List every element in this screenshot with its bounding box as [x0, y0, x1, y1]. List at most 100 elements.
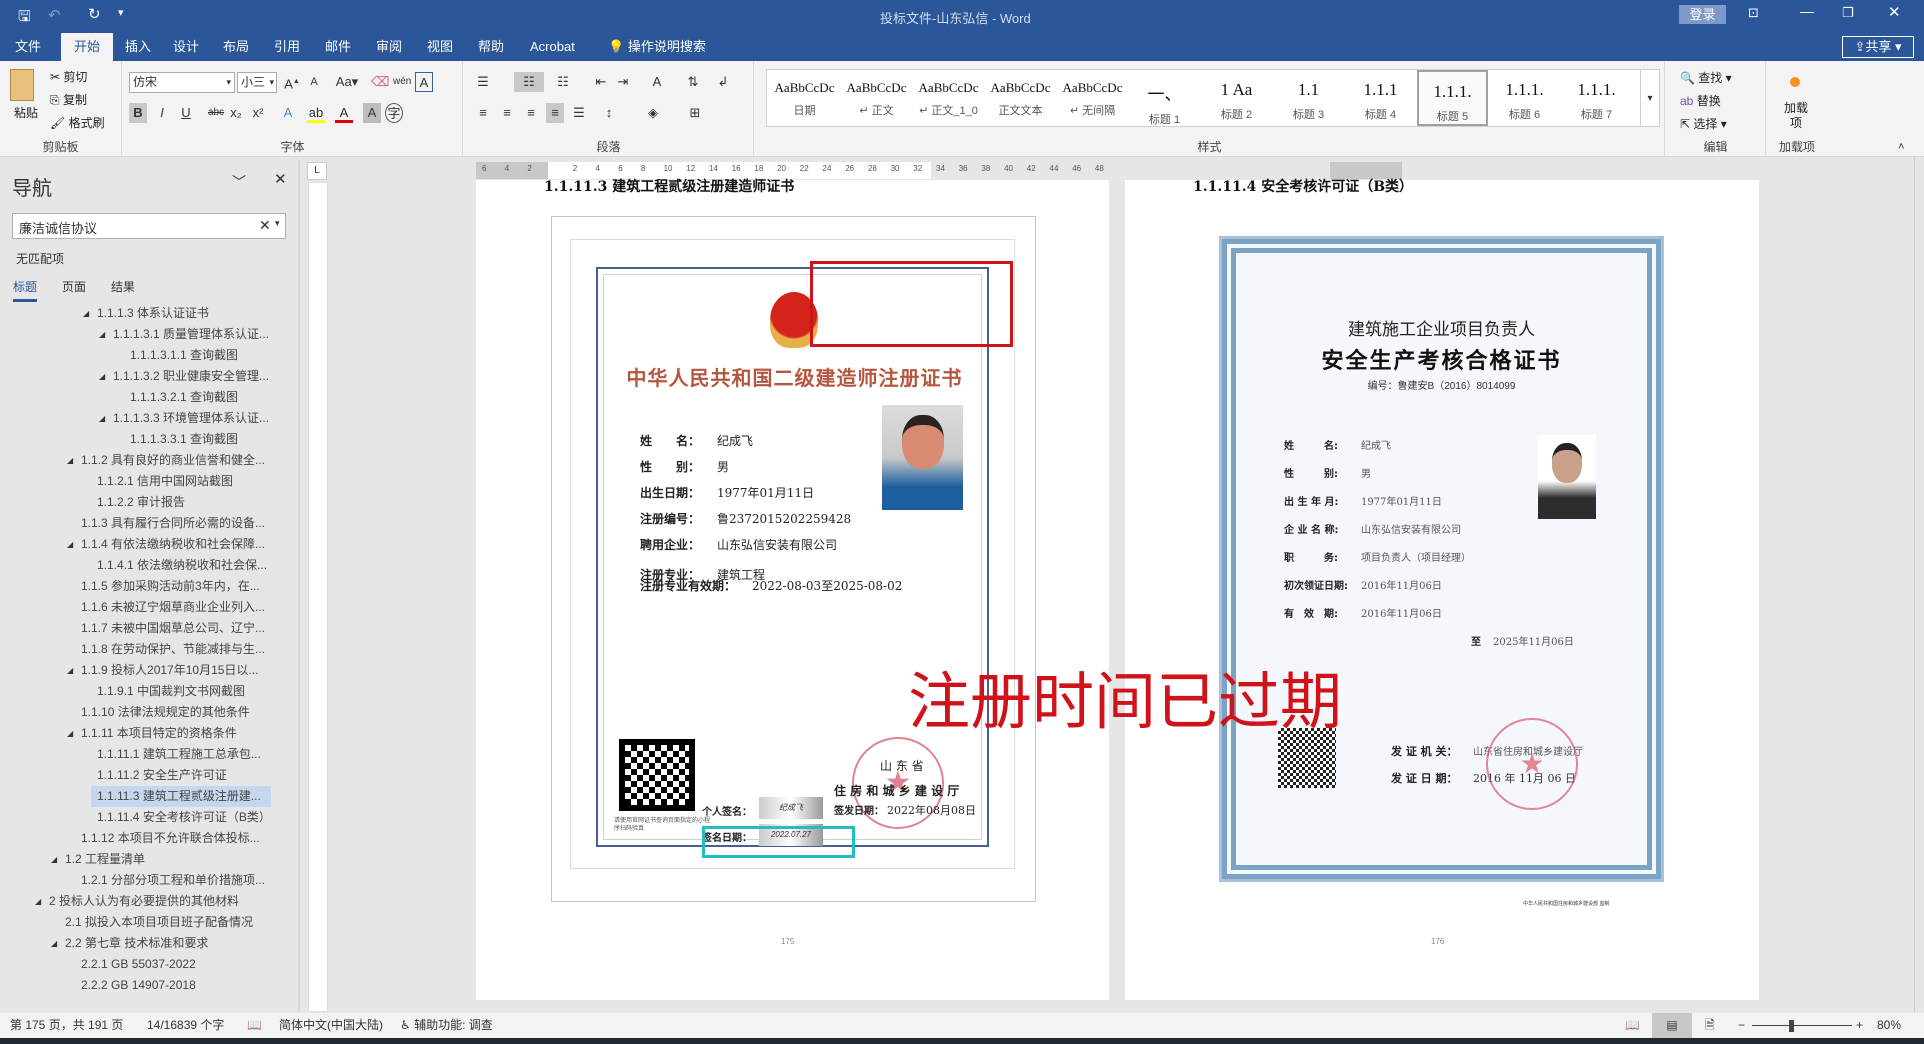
- web-layout-icon[interactable]: 🗎: [1705, 1013, 1715, 1038]
- zoom-level[interactable]: 80%: [1877, 1013, 1901, 1038]
- decrease-indent-icon[interactable]: ⇤: [592, 72, 610, 92]
- style-10[interactable]: 1.1.1. 标题 6: [1489, 70, 1560, 126]
- style-0[interactable]: AaBbCcDc 日期: [769, 70, 840, 126]
- vertical-ruler[interactable]: [308, 182, 328, 1012]
- search-options-icon[interactable]: ▾: [275, 218, 280, 229]
- zoom-slider[interactable]: [1752, 1025, 1852, 1026]
- nav-heading-item[interactable]: 1.1.4.1 依法缴纳税收和社会保...: [97, 555, 267, 576]
- style-6[interactable]: 1 Aa 标题 2: [1201, 70, 1272, 126]
- nav-heading-item[interactable]: 1.1.11.4 安全考核许可证（B类）: [97, 807, 271, 828]
- borders-icon[interactable]: ⊞: [686, 103, 704, 123]
- align-left-icon[interactable]: ≡: [474, 103, 492, 123]
- italic-button[interactable]: I: [153, 103, 171, 123]
- collapse-triangle-icon[interactable]: ◢: [67, 534, 73, 555]
- restore-button[interactable]: ❐: [1842, 5, 1854, 21]
- collapse-triangle-icon[interactable]: ◢: [99, 408, 105, 429]
- superscript-button[interactable]: x²: [249, 103, 267, 123]
- language[interactable]: 简体中文(中国大陆): [279, 1013, 383, 1038]
- nav-tab-headings[interactable]: 标题: [13, 278, 38, 302]
- share-button[interactable]: ⇪共享 ▾: [1842, 36, 1914, 58]
- close-button[interactable]: ✕: [1888, 3, 1901, 21]
- copy-button[interactable]: ⎘ 复制: [50, 91, 87, 108]
- collapse-triangle-icon[interactable]: ◢: [51, 933, 57, 954]
- font-name-select[interactable]: 仿宋 ▾: [129, 72, 235, 93]
- style-5[interactable]: 一、 标题 1: [1129, 70, 1200, 126]
- tell-me-search[interactable]: 💡 操作说明搜索: [598, 33, 716, 61]
- paste-button[interactable]: 粘贴: [14, 104, 38, 121]
- undo-icon[interactable]: ↶: [48, 6, 61, 24]
- nav-heading-item[interactable]: 1.2.1 分部分项工程和单价措施项...: [81, 870, 265, 891]
- collapse-triangle-icon[interactable]: ◢: [83, 303, 89, 324]
- style-11[interactable]: 1.1.1. 标题 7: [1561, 70, 1632, 126]
- collapse-triangle-icon[interactable]: ◢: [35, 891, 41, 912]
- nav-heading-item[interactable]: 1.1.7 未被中国烟草总公司、辽宁...: [81, 618, 265, 639]
- proofing-icon[interactable]: 📖: [247, 1013, 262, 1038]
- tab-home[interactable]: 开始: [61, 33, 113, 61]
- style-7[interactable]: 1.1 标题 3: [1273, 70, 1344, 126]
- shading-icon[interactable]: ◈: [644, 103, 662, 123]
- nav-heading-item[interactable]: ◢ 1.1.1.3.1 质量管理体系认证...: [99, 324, 269, 345]
- nav-close-icon[interactable]: ✕: [274, 170, 287, 188]
- vertical-scrollbar[interactable]: [1914, 157, 1924, 1013]
- font-size-select[interactable]: 小三 ▾: [237, 72, 277, 93]
- increase-indent-icon[interactable]: ⇥: [614, 72, 632, 92]
- tab-design[interactable]: 设计: [163, 33, 209, 61]
- tab-layout[interactable]: 布局: [213, 33, 259, 61]
- nav-heading-item[interactable]: 1.1.5 参加采购活动前3年内，在...: [81, 576, 260, 597]
- tab-mailings[interactable]: 邮件: [315, 33, 361, 61]
- nav-tab-results[interactable]: 结果: [111, 278, 135, 295]
- tab-view[interactable]: 视图: [417, 33, 463, 61]
- grow-font-icon[interactable]: A▲: [283, 72, 301, 92]
- bullets-icon[interactable]: ☰: [474, 72, 492, 92]
- tab-insert[interactable]: 插入: [115, 33, 161, 61]
- print-layout-icon[interactable]: ▤: [1652, 1013, 1692, 1038]
- shrink-font-icon[interactable]: A: [305, 72, 323, 92]
- collapse-triangle-icon[interactable]: ◢: [67, 723, 73, 744]
- clear-format-icon[interactable]: ⌫: [371, 72, 389, 92]
- highlight-icon[interactable]: ab: [307, 103, 325, 123]
- nav-heading-item[interactable]: 1.1.3 具有履行合同所必需的设备...: [81, 513, 265, 534]
- nav-search-input[interactable]: 廉洁诚信协议 ✕ ▾: [12, 213, 286, 239]
- tab-selector-button[interactable]: L: [307, 162, 327, 180]
- nav-heading-item[interactable]: ◢ 2.2 第七章 技术标准和要求: [51, 933, 208, 954]
- align-center-icon[interactable]: ≡: [498, 103, 516, 123]
- minimize-button[interactable]: —: [1800, 3, 1814, 19]
- select-button[interactable]: ⇱ 选择 ▾: [1680, 115, 1727, 132]
- nav-heading-item[interactable]: ◢ 1.1.2 具有良好的商业信誉和健全...: [67, 450, 265, 471]
- nav-heading-item[interactable]: ◢ 1.1.1.3 体系认证证书: [83, 303, 209, 324]
- paste-icon[interactable]: [10, 69, 34, 101]
- save-icon[interactable]: 🖫: [18, 6, 31, 31]
- nav-heading-item[interactable]: 1.1.9.1 中国裁判文书网截图: [97, 681, 245, 702]
- multilevel-list-icon[interactable]: ☷: [554, 72, 572, 92]
- numbering-icon[interactable]: ☷: [514, 72, 544, 92]
- asian-layout-icon[interactable]: A: [648, 72, 666, 92]
- justify-icon[interactable]: ≡: [546, 103, 564, 123]
- page-count[interactable]: 第 175 页，共 191 页: [10, 1013, 123, 1038]
- distributed-icon[interactable]: ☰: [570, 103, 588, 123]
- read-mode-icon[interactable]: 📖: [1625, 1013, 1640, 1038]
- nav-heading-item[interactable]: 1.1.12 本项目不允许联合体投标...: [81, 828, 260, 849]
- nav-heading-item[interactable]: ◢ 1.1.4 有依法缴纳税收和社会保障...: [67, 534, 265, 555]
- cut-button[interactable]: ✂ 剪切: [50, 68, 87, 85]
- customize-toolbar-icon[interactable]: ▾: [118, 6, 124, 19]
- char-shading-icon[interactable]: A: [363, 103, 381, 123]
- subscript-button[interactable]: x₂: [227, 103, 245, 123]
- nav-heading-item[interactable]: 2.2.2 GB 14907-2018: [81, 975, 196, 996]
- font-color-icon[interactable]: A: [335, 103, 353, 123]
- nav-heading-item[interactable]: 1.1.2.2 审计报告: [97, 492, 185, 513]
- nav-heading-item[interactable]: ◢ 1.2 工程量清单: [51, 849, 145, 870]
- nav-heading-item[interactable]: 1.1.2.1 信用中国网站截图: [97, 471, 233, 492]
- addins-button[interactable]: 加载项: [1781, 101, 1811, 131]
- find-button[interactable]: 🔍 查找 ▾: [1680, 69, 1732, 86]
- bold-button[interactable]: B: [129, 103, 147, 123]
- style-4[interactable]: AaBbCcDc ↵ 无间隔: [1057, 70, 1128, 126]
- strikethrough-button[interactable]: abc: [207, 103, 225, 123]
- style-3[interactable]: AaBbCcDc 正文文本: [985, 70, 1056, 126]
- nav-heading-item[interactable]: 2.1 拟投入本项目项目班子配备情况: [65, 912, 253, 933]
- collapse-triangle-icon[interactable]: ◢: [99, 324, 105, 345]
- replace-button[interactable]: ab 替换: [1680, 92, 1721, 109]
- sort-icon[interactable]: ⇅: [684, 72, 702, 92]
- nav-heading-item[interactable]: 1.1.6 未被辽宁烟草商业企业列入...: [81, 597, 265, 618]
- char-border-icon[interactable]: A: [415, 72, 433, 92]
- line-spacing-icon[interactable]: ↕: [600, 103, 618, 123]
